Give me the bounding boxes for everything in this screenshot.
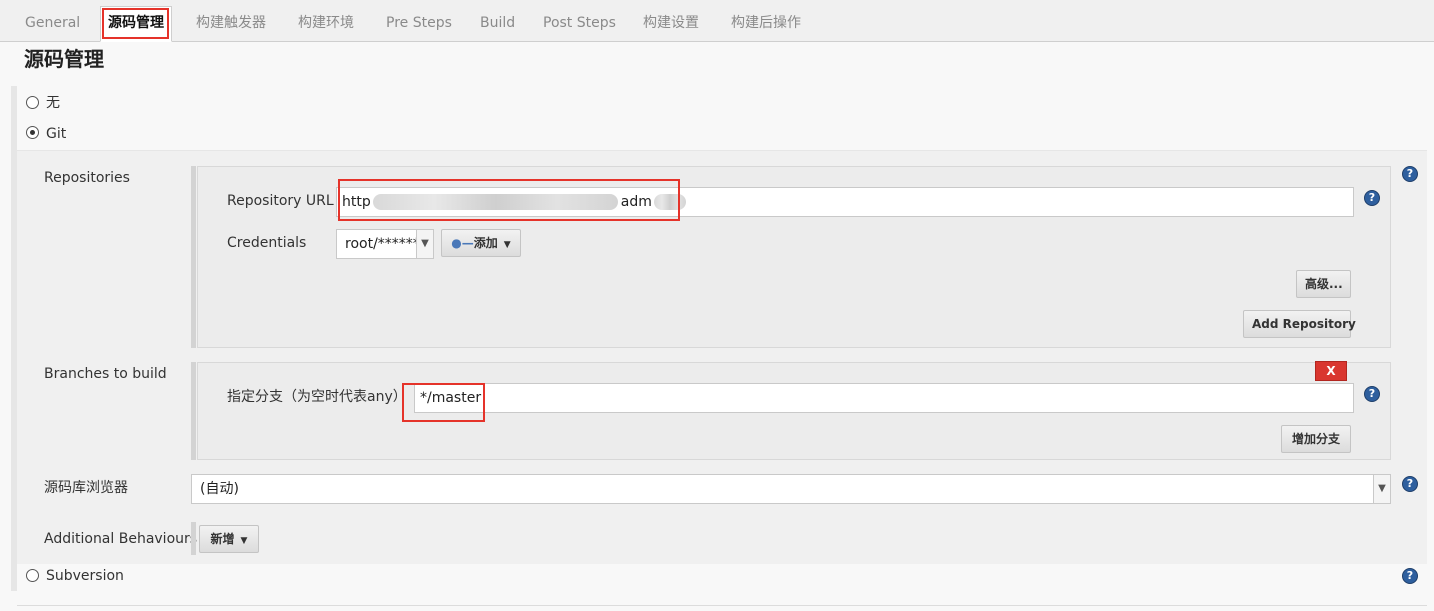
tab-post-steps[interactable]: Post Steps [543,7,616,41]
credentials-value: root/****** [345,236,420,252]
radio-git-label: Git [46,126,67,142]
repo-url-prefix: http [342,194,371,210]
credentials-select[interactable]: root/****** ▼ [336,229,434,259]
repo-url-help-icon[interactable]: ? [1364,190,1380,206]
chevron-down-icon: ▼ [416,230,433,258]
repository-browser-label: 源码库浏览器 [44,480,128,496]
key-icon: ●— [451,236,474,250]
tab-build-triggers[interactable]: 构建触发器 [196,7,266,41]
additional-bar [191,522,196,555]
add-credentials-button[interactable]: ●—添加 ▼ [441,229,521,257]
add-branch-button[interactable]: 增加分支 [1281,425,1351,453]
branch-spec-input[interactable]: */master [414,383,1354,413]
add-behaviour-label: 新增 [210,532,235,546]
add-repository-button[interactable]: Add Repository [1243,310,1356,338]
divider [17,605,1427,606]
chevron-down-icon: ▼ [1373,475,1390,503]
tab-build-environment[interactable]: 构建环境 [298,7,354,41]
advanced-button[interactable]: 高级... [1296,270,1351,298]
repositories-label: Repositories [44,170,130,186]
radio-none-label: 无 [46,95,60,111]
tab-general[interactable]: General [25,7,80,41]
branches-label: Branches to build [44,366,167,382]
tab-pre-steps[interactable]: Pre Steps [386,7,452,41]
additional-behaviours-label: Additional Behaviours [44,531,198,547]
branch-spec-label: 指定分支（为空时代表any） [227,389,407,405]
tab-scm[interactable]: 源码管理 [100,6,172,42]
redacted-region [653,194,686,210]
repositories-bar [191,166,196,348]
branch-help-icon[interactable]: ? [1364,386,1380,402]
branches-bar [191,362,196,460]
caret-down-icon: ▼ [503,240,511,250]
repository-browser-value: (自动) [200,481,239,497]
repo-url-input[interactable]: http adm [336,187,1354,217]
tab-post-build-actions[interactable]: 构建后操作 [731,7,801,41]
radio-subversion[interactable] [26,569,39,582]
repo-url-label: Repository URL [227,193,334,209]
radio-none[interactable] [26,96,39,109]
caret-down-icon: ▼ [240,536,248,546]
delete-branch-button[interactable]: X [1315,361,1347,381]
tab-build[interactable]: Build [480,7,515,41]
radio-git[interactable] [26,126,39,139]
subversion-help-icon[interactable]: ? [1402,568,1418,584]
add-credentials-label: 添加 [473,236,498,250]
radio-subversion-label: Subversion [46,568,124,584]
tab-bar: General 源码管理 构建触发器 构建环境 Pre Steps Build … [0,0,1434,42]
credentials-label: Credentials [227,235,307,251]
tab-build-settings[interactable]: 构建设置 [643,7,699,41]
repositories-help-icon[interactable]: ? [1402,166,1418,182]
add-behaviour-button[interactable]: 新增 ▼ [199,525,259,553]
repo-url-suffix: adm [620,194,652,210]
repository-browser-select[interactable]: (自动) ▼ [191,474,1391,504]
redacted-region [372,194,618,210]
section-title: 源码管理 [24,47,104,71]
repository-browser-help-icon[interactable]: ? [1402,476,1418,492]
